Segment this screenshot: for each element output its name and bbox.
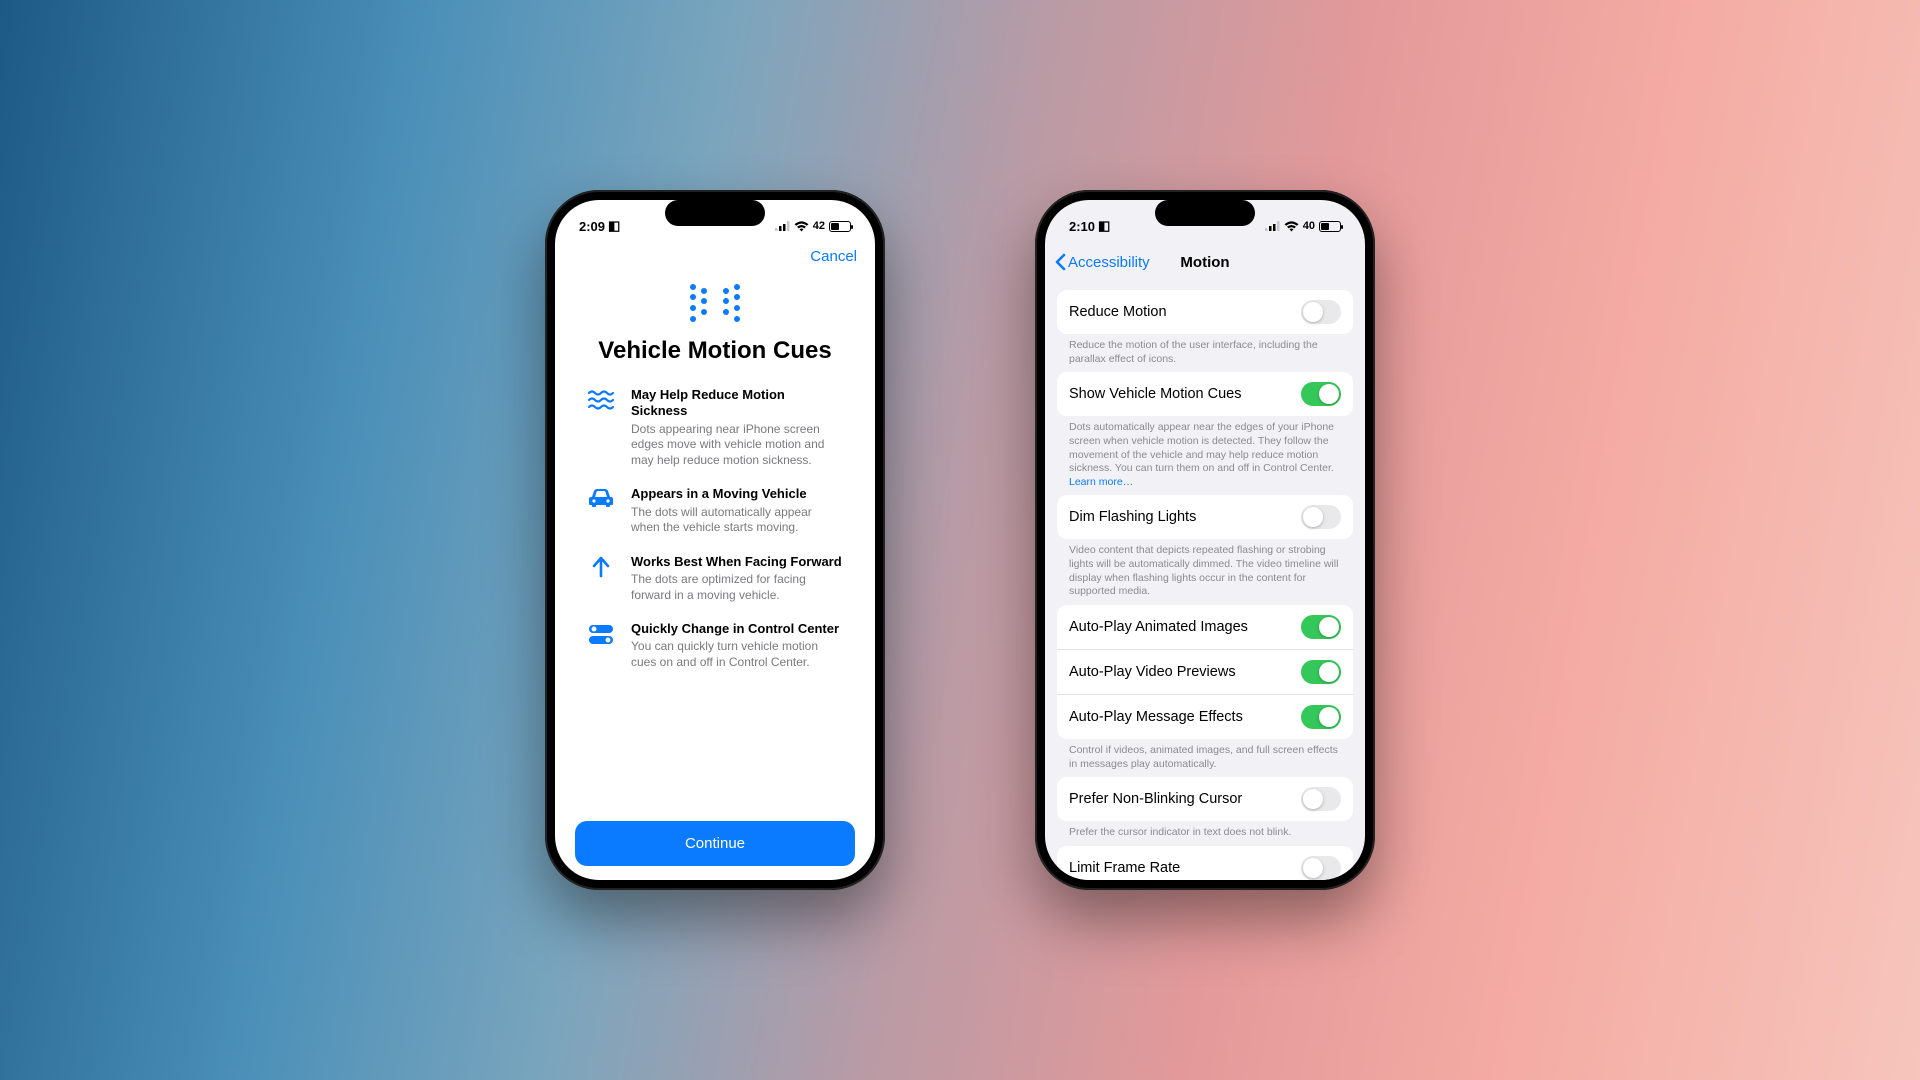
row-label: Show Vehicle Motion Cues xyxy=(1069,386,1242,402)
battery-percent: 42 xyxy=(813,220,825,232)
settings-list[interactable]: Reduce Motion Reduce the motion of the u… xyxy=(1045,280,1365,880)
onboarding-content: Vehicle Motion Cues May Help Reduce Moti… xyxy=(555,265,875,880)
toggle-autoplay-video-previews[interactable] xyxy=(1301,660,1341,684)
feature-desc: You can quickly turn vehicle motion cues… xyxy=(631,639,843,670)
battery-icon xyxy=(829,221,851,232)
feature-title: Works Best When Facing Forward xyxy=(631,554,843,570)
row-show-vehicle-motion-cues[interactable]: Show Vehicle Motion Cues xyxy=(1057,372,1353,416)
feature-item: Appears in a Moving Vehicle The dots wil… xyxy=(587,486,843,535)
back-label: Accessibility xyxy=(1068,254,1150,271)
feature-title: Quickly Change in Control Center xyxy=(631,621,843,637)
motion-cues-logo-icon xyxy=(689,283,741,323)
iphone-right: 2:10 ◧ 40 xyxy=(1035,190,1375,890)
location-indicator-icon: ◧ xyxy=(608,218,620,234)
arrow-up-icon xyxy=(587,554,615,578)
row-autoplay-video-previews[interactable]: Auto-Play Video Previews xyxy=(1057,649,1353,694)
wifi-icon xyxy=(794,221,809,232)
screen-onboarding: 2:09 ◧ 42 Cancel xyxy=(555,200,875,880)
dynamic-island xyxy=(665,200,765,226)
row-reduce-motion[interactable]: Reduce Motion xyxy=(1057,290,1353,334)
status-time: 2:09 xyxy=(579,219,605,234)
row-footer: Reduce the motion of the user interface,… xyxy=(1057,334,1353,366)
row-autoplay-message-effects[interactable]: Auto-Play Message Effects xyxy=(1057,694,1353,739)
row-label: Prefer Non-Blinking Cursor xyxy=(1069,791,1242,807)
feature-title: May Help Reduce Motion Sickness xyxy=(631,387,843,420)
background: 2:09 ◧ 42 Cancel xyxy=(0,0,1920,1080)
cancel-button[interactable]: Cancel xyxy=(810,248,857,265)
row-footer: Video content that depicts repeated flas… xyxy=(1057,539,1353,599)
waves-icon xyxy=(587,387,615,411)
toggle-autoplay-message-effects[interactable] xyxy=(1301,705,1341,729)
row-dim-flashing-lights[interactable]: Dim Flashing Lights xyxy=(1057,495,1353,539)
row-label: Reduce Motion xyxy=(1069,304,1167,320)
row-footer: Control if videos, animated images, and … xyxy=(1057,739,1353,771)
wifi-icon xyxy=(1284,221,1299,232)
row-footer: Dots automatically appear near the edges… xyxy=(1057,416,1353,489)
dynamic-island xyxy=(1155,200,1255,226)
toggle-dim-flashing-lights[interactable] xyxy=(1301,505,1341,529)
toggle-reduce-motion[interactable] xyxy=(1301,300,1341,324)
toggle-prefer-non-blinking-cursor[interactable] xyxy=(1301,787,1341,811)
onboarding-title: Vehicle Motion Cues xyxy=(598,337,831,365)
nav-bar: Accessibility Motion xyxy=(1045,244,1365,280)
row-label: Limit Frame Rate xyxy=(1069,860,1180,876)
cellular-icon xyxy=(1265,221,1280,231)
toggle-limit-frame-rate[interactable] xyxy=(1301,856,1341,880)
row-footer: Prefer the cursor indicator in text does… xyxy=(1057,821,1353,840)
screen-settings: 2:10 ◧ 40 xyxy=(1045,200,1365,880)
car-icon xyxy=(587,486,615,508)
feature-title: Appears in a Moving Vehicle xyxy=(631,486,843,502)
row-limit-frame-rate[interactable]: Limit Frame Rate xyxy=(1057,846,1353,880)
feature-desc: The dots are optimized for facing forwar… xyxy=(631,572,843,603)
battery-icon xyxy=(1319,221,1341,232)
status-time: 2:10 xyxy=(1069,219,1095,234)
feature-item: May Help Reduce Motion Sickness Dots app… xyxy=(587,387,843,468)
learn-more-link[interactable]: Learn more… xyxy=(1069,476,1133,488)
cellular-icon xyxy=(775,221,790,231)
row-label: Auto-Play Message Effects xyxy=(1069,709,1243,725)
row-prefer-non-blinking-cursor[interactable]: Prefer Non-Blinking Cursor xyxy=(1057,777,1353,821)
feature-list: May Help Reduce Motion Sickness Dots app… xyxy=(575,387,855,671)
toggle-show-vehicle-motion-cues[interactable] xyxy=(1301,382,1341,406)
location-indicator-icon: ◧ xyxy=(1098,218,1110,234)
feature-item: Quickly Change in Control Center You can… xyxy=(587,621,843,670)
back-button[interactable]: Accessibility xyxy=(1055,253,1150,271)
switches-icon xyxy=(587,621,615,645)
continue-button[interactable]: Continue xyxy=(575,821,855,866)
row-label: Auto-Play Video Previews xyxy=(1069,664,1236,680)
feature-desc: The dots will automatically appear when … xyxy=(631,505,843,536)
row-label: Dim Flashing Lights xyxy=(1069,509,1196,525)
battery-percent: 40 xyxy=(1303,220,1315,232)
feature-item: Works Best When Facing Forward The dots … xyxy=(587,554,843,603)
sheet-header: Cancel xyxy=(555,244,875,265)
chevron-left-icon xyxy=(1055,253,1066,271)
row-label: Auto-Play Animated Images xyxy=(1069,619,1248,635)
feature-desc: Dots appearing near iPhone screen edges … xyxy=(631,422,843,469)
iphone-left: 2:09 ◧ 42 Cancel xyxy=(545,190,885,890)
toggle-autoplay-animated-images[interactable] xyxy=(1301,615,1341,639)
nav-title: Motion xyxy=(1180,254,1229,271)
row-autoplay-animated-images[interactable]: Auto-Play Animated Images xyxy=(1057,605,1353,649)
